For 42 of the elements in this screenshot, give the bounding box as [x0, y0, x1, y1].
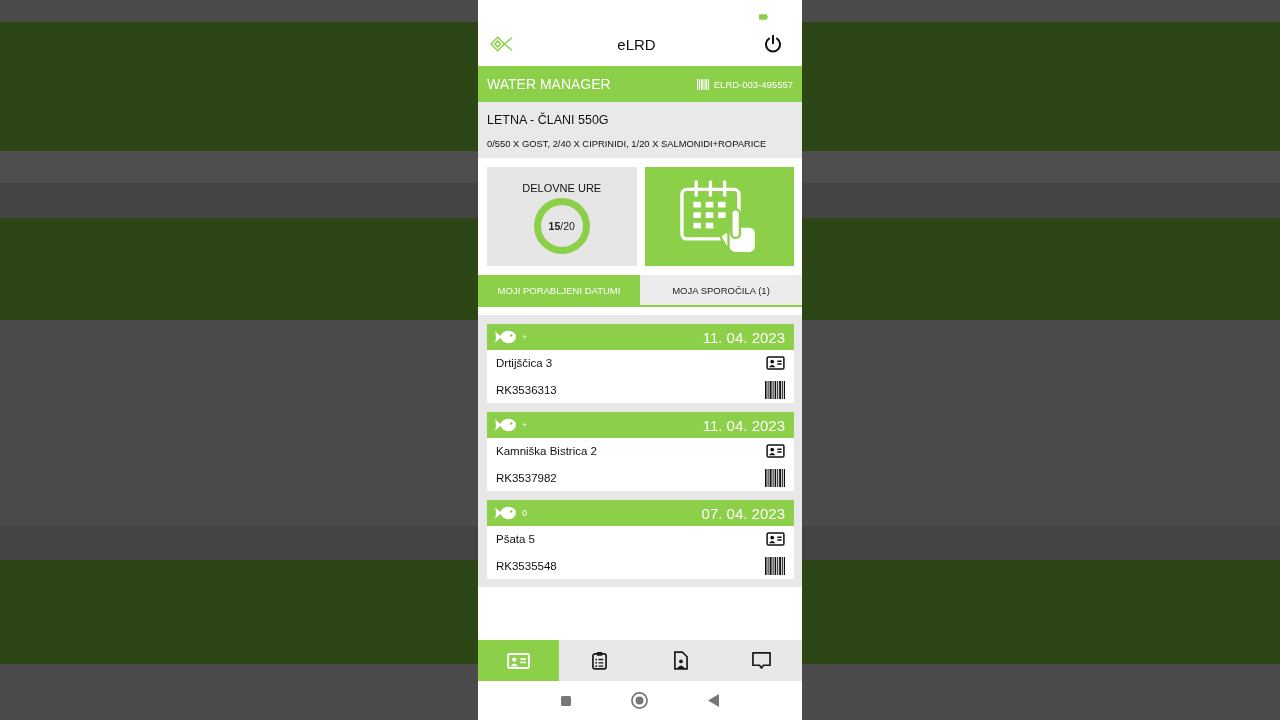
- logo-icon: [490, 36, 513, 52]
- hours-count: 15/20: [548, 220, 575, 232]
- account-code: ELRD-003-495557: [713, 78, 793, 90]
- permit-code: RK3535548: [496, 559, 557, 572]
- entry-date: 11. 04. 2023: [702, 416, 785, 434]
- catch-mark: +: [522, 420, 528, 430]
- fish-icon: [495, 506, 516, 520]
- id-card-icon: [766, 356, 785, 371]
- recents-square-icon[interactable]: [561, 695, 571, 706]
- fish-icon: [495, 418, 516, 432]
- license-name: LETNA - ČLANI 550G: [487, 112, 610, 128]
- back-triangle-icon[interactable]: [708, 694, 719, 707]
- nav-tab[interactable]: [721, 640, 802, 681]
- location-name: Kamniška Bistrica 2: [496, 445, 597, 458]
- barcode-icon: [765, 468, 785, 487]
- hours-label: DELOVNE URE: [522, 181, 602, 195]
- license-quota: 0/550 X GOST, 2/40 X CIPRINIDI, 1/20 X SALMONIDI+ROPARICE: [487, 138, 768, 150]
- app-title: eLRD: [617, 35, 656, 53]
- fish-icon: [495, 330, 516, 344]
- barcode-icon: [696, 78, 709, 90]
- account-title: WATER MANAGER: [487, 76, 611, 92]
- location-name: Drtijščica 3: [496, 357, 553, 370]
- catch-mark: +: [522, 332, 528, 342]
- barcode-icon: [765, 556, 785, 575]
- clipboard-list-icon: [592, 651, 607, 670]
- chat-bubble-icon: [751, 651, 772, 670]
- nav-tab[interactable]: [559, 640, 640, 681]
- catch-mark: 0: [522, 508, 527, 518]
- id-card-icon: [766, 444, 785, 459]
- power-icon[interactable]: [763, 34, 783, 54]
- permit-code: RK3536313: [496, 383, 557, 396]
- entry-date: 07. 04. 2023: [701, 504, 785, 522]
- permit-code: RK3537982: [496, 471, 557, 484]
- home-circle-icon[interactable]: [631, 692, 648, 709]
- id-card-icon: [766, 532, 785, 547]
- id-card-icon: [507, 652, 530, 669]
- battery-icon: [759, 14, 768, 20]
- person-document-icon: [673, 651, 688, 670]
- location-name: Pšata 5: [496, 533, 535, 546]
- entry-date: 11. 04. 2023: [702, 328, 785, 346]
- tab[interactable]: MOJA SPOROČILA (1): [640, 275, 802, 305]
- barcode-icon: [765, 380, 785, 399]
